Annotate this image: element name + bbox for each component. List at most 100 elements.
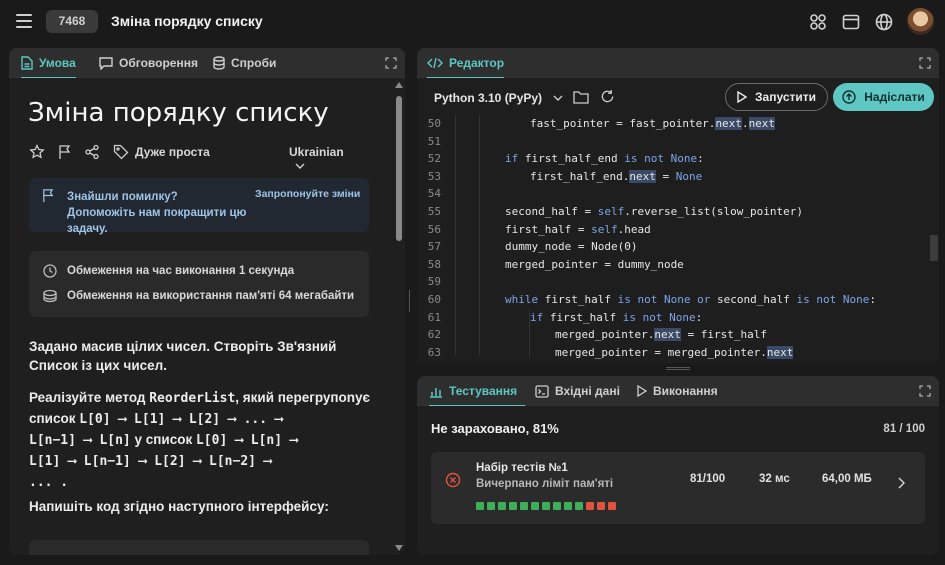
test-fail-dot <box>597 502 605 510</box>
code-icon <box>427 57 443 69</box>
expand-icon[interactable] <box>919 57 931 69</box>
line-number: 56 <box>427 222 441 236</box>
description-paragraph-3: Напишіть код згідно наступного інтерфейс… <box>29 499 329 514</box>
code-text: merged_pointer = merged_pointer.next <box>555 345 794 359</box>
test-pass-dot <box>531 502 539 510</box>
scroll-thumb[interactable] <box>396 96 402 241</box>
test-results-dots <box>476 502 616 510</box>
line-number: 63 <box>427 345 441 359</box>
resize-handle[interactable] <box>666 367 690 370</box>
editor-scrollbar[interactable] <box>929 115 939 363</box>
clock-icon <box>43 264 57 278</box>
language-dropdown[interactable]: Python 3.10 (PyPy) <box>434 91 563 105</box>
tab-execution[interactable]: Виконання <box>637 376 718 406</box>
tab-testing[interactable]: Тестування <box>429 376 526 407</box>
line-number: 61 <box>427 310 441 324</box>
tag-icon <box>113 144 129 160</box>
code-text: merged_pointer.next = first_half <box>555 328 767 342</box>
scroll-up-icon[interactable] <box>395 82 403 88</box>
indent-guide <box>455 115 456 355</box>
flag-icon[interactable] <box>57 144 73 160</box>
menu-icon[interactable] <box>16 14 32 28</box>
interface-code-block <box>29 540 369 555</box>
tab-discussion[interactable]: Обговорення <box>99 48 198 78</box>
test-set-time: 32 мс <box>759 473 790 485</box>
submit-button[interactable]: Надіслати <box>833 83 934 111</box>
globe-icon[interactable] <box>874 12 894 32</box>
expand-icon[interactable] <box>919 385 931 397</box>
play-icon <box>737 91 747 103</box>
submit-button-label: Надіслати <box>864 90 925 104</box>
suggest-changes-link[interactable]: Запропонуйте зміни <box>255 188 360 200</box>
time-limit-text: Обмеження на час виконання 1 секунда <box>67 265 295 277</box>
code-text: if first_half_end is not None: <box>505 152 704 166</box>
share-icon[interactable] <box>84 144 100 160</box>
code-text: first_half_end.next = None <box>530 169 703 183</box>
problem-id-badge: 7468 <box>46 10 98 33</box>
chevron-down-icon <box>553 95 563 101</box>
test-counts: 81 / 100 <box>883 423 925 435</box>
memory-limit-text: Обмеження на використання пам'яті 64 мег… <box>67 290 355 302</box>
editor-panel: Редактор Python 3.10 (PyPy) Запустити На… <box>417 48 939 363</box>
test-pass-dot <box>476 502 484 510</box>
tab-input-label: Вхідні дані <box>555 384 620 398</box>
star-icon[interactable] <box>29 144 45 160</box>
refresh-icon[interactable] <box>600 89 615 104</box>
run-button-label: Запустити <box>755 90 816 104</box>
test-pass-dot <box>564 502 572 510</box>
tab-input[interactable]: Вхідні дані <box>535 376 620 406</box>
chevron-right-icon[interactable] <box>897 477 905 489</box>
flag-icon <box>43 189 54 203</box>
code-area[interactable]: 50 fast_pointer = fast_pointer.next.next 5… <box>417 115 925 363</box>
description-paragraph-2: Реалізуйте метод ReorderList, який перег… <box>29 388 374 493</box>
scroll-thumb[interactable] <box>930 235 938 261</box>
language-select-value: Ukrainian <box>289 145 344 159</box>
scrollbar[interactable] <box>393 78 405 555</box>
tab-statement[interactable]: Умова <box>21 48 76 79</box>
expand-icon[interactable] <box>385 57 397 69</box>
tab-editor[interactable]: Редактор <box>427 48 505 79</box>
line-number: 54 <box>427 187 441 201</box>
tab-execution-label: Виконання <box>653 384 718 398</box>
run-button[interactable]: Запустити <box>725 83 828 111</box>
document-icon <box>21 56 33 70</box>
limits-box: Обмеження на час виконання 1 секунда Обм… <box>29 251 369 317</box>
tab-discussion-label: Обговорення <box>119 56 198 70</box>
indent-guide <box>479 115 480 355</box>
line-number: 58 <box>427 257 441 271</box>
tab-editor-label: Редактор <box>449 56 505 70</box>
description-paragraph-1: Задано масив цілих чисел. Створіть Зв'яз… <box>29 339 337 373</box>
testing-body: Не зараховано, 81% 81 / 100 Набір тестів… <box>417 406 939 555</box>
verdict-text: Не зараховано, 81% <box>431 421 559 436</box>
test-pass-dot <box>487 502 495 510</box>
folder-icon[interactable] <box>573 90 589 104</box>
chart-icon <box>430 387 442 398</box>
play-icon <box>637 385 647 397</box>
feedback-notice: Знайшли помилку? Допоможіть нам покращит… <box>29 178 369 235</box>
testing-panel: Тестування Вхідні дані Виконання Не зара… <box>417 376 939 555</box>
tab-attempts[interactable]: Спроби <box>213 48 276 78</box>
test-fail-dot <box>586 502 594 510</box>
language-select[interactable]: Ukrainian <box>289 145 359 173</box>
avatar[interactable] <box>907 8 934 35</box>
code-text: second_half = self.reverse_list(slow_poi… <box>505 205 804 218</box>
resize-handle-vertical[interactable] <box>409 290 412 312</box>
problem-panel: Умова Обговорення Спроби Зміна порядку с… <box>9 48 405 555</box>
test-set-card[interactable]: Набір тестів №1 Вичерпано ліміт пам'яті … <box>431 452 925 524</box>
page-title: Зміна порядку списку <box>111 13 263 29</box>
problem-body: Зміна порядку списку Дуже проста Ukraini… <box>9 78 405 555</box>
test-fail-dot <box>608 502 616 510</box>
code-text: fast_pointer = fast_pointer.next.next <box>530 117 776 130</box>
editor-body: Python 3.10 (PyPy) Запустити Надіслати 5… <box>417 78 939 363</box>
line-number: 59 <box>427 275 441 289</box>
line-number: 53 <box>427 169 441 183</box>
tab-attempts-label: Спроби <box>231 56 277 70</box>
problem-title: Зміна порядку списку <box>28 98 329 128</box>
error-icon <box>445 472 461 488</box>
grid-icon[interactable] <box>808 12 828 32</box>
scroll-down-icon[interactable] <box>395 545 403 551</box>
database-icon <box>213 56 225 70</box>
window-icon[interactable] <box>841 12 861 32</box>
code-text: if first_half is not None: <box>530 310 703 324</box>
language-dropdown-value: Python 3.10 (PyPy) <box>434 91 543 105</box>
